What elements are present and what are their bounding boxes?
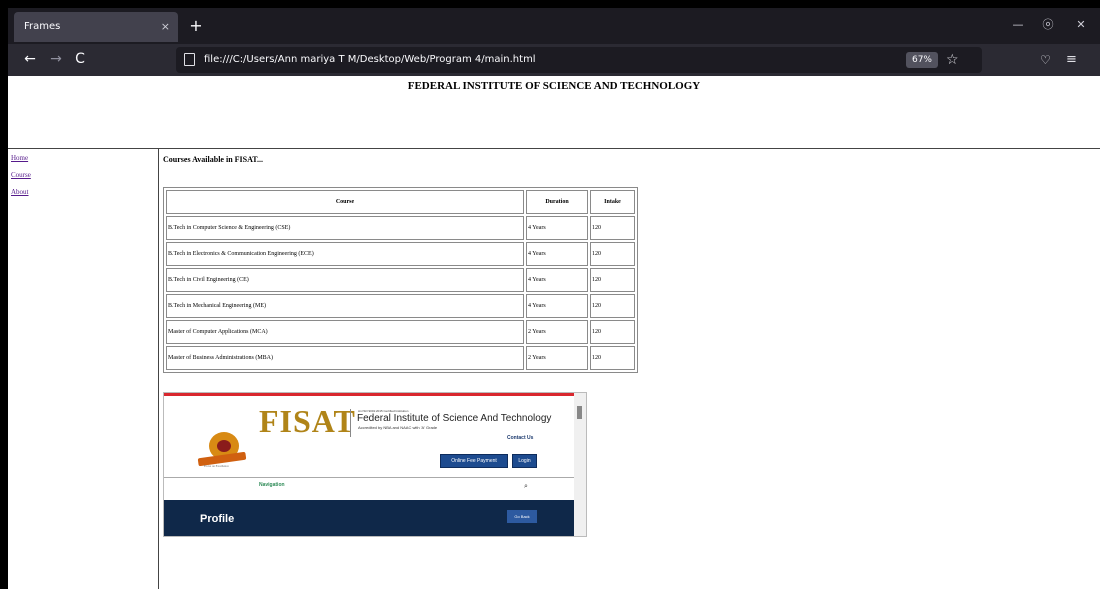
- course-cell: B.Tech in Mechanical Engineering (ME): [166, 294, 524, 318]
- navigation-menu-toggle[interactable]: Navigation: [259, 482, 285, 488]
- header-divider: [164, 477, 574, 478]
- page-icon: [184, 53, 195, 66]
- restore-button[interactable]: ⓞ: [1033, 8, 1063, 44]
- sidebar-link-course[interactable]: Course: [11, 171, 31, 179]
- tab-bar: Frames × + — ⓞ ✕: [8, 8, 1100, 44]
- sidebar-link-home[interactable]: Home: [11, 154, 28, 162]
- online-fee-payment-button[interactable]: Online Fee Payment: [440, 454, 508, 468]
- table-row: Master of Business Administrations (MBA)…: [166, 346, 635, 370]
- tab-title: Frames: [24, 21, 61, 32]
- sidebar-frame: Home Course About: [8, 149, 159, 589]
- intake-cell: 120: [590, 294, 635, 318]
- pocket-icon[interactable]: ♡: [1040, 48, 1051, 72]
- top-accent-bar: [164, 393, 574, 396]
- duration-cell: 4 Years: [526, 216, 588, 240]
- iframe-scrollbar[interactable]: [574, 393, 586, 536]
- duration-cell: 2 Years: [526, 346, 588, 370]
- minimize-button[interactable]: —: [1003, 8, 1033, 44]
- profile-title: Profile: [200, 513, 235, 525]
- course-cell: Master of Computer Applications (MCA): [166, 320, 524, 344]
- navigation-toolbar: ← → C file:///C:/Users/Ann mariya T M/De…: [8, 44, 1100, 76]
- courses-table: Course Duration Intake B.Tech in Compute…: [163, 187, 638, 373]
- close-window-button[interactable]: ✕: [1066, 8, 1096, 44]
- reload-button[interactable]: C: [68, 48, 92, 72]
- intake-cell: 120: [590, 268, 635, 292]
- site-title: FEDERAL INSTITUTE OF SCIENCE AND TECHNOL…: [407, 80, 701, 92]
- scrollbar-thumb[interactable]: [577, 406, 582, 419]
- profile-banner: Profile Go Back: [164, 500, 574, 536]
- column-header-intake: Intake: [590, 190, 635, 214]
- accreditation-text: Accredited by NBA and NAAC with 'A' Grad…: [358, 425, 438, 430]
- intake-cell: 120: [590, 346, 635, 370]
- duration-cell: 4 Years: [526, 242, 588, 266]
- url-text[interactable]: file:///C:/Users/Ann mariya T M/Desktop/…: [204, 47, 536, 73]
- course-cell: Master of Business Administrations (MBA): [166, 346, 524, 370]
- column-header-course: Course: [166, 190, 524, 214]
- login-button[interactable]: Login: [512, 454, 537, 468]
- logo-tagline: Focus on Excellence: [204, 464, 229, 468]
- course-cell: B.Tech in Civil Engineering (CE): [166, 268, 524, 292]
- table-row: B.Tech in Computer Science & Engineering…: [166, 216, 635, 240]
- table-header-row: Course Duration Intake: [166, 190, 635, 214]
- fisat-website-iframe[interactable]: Focus on Excellence FISAT An ISO 9001:20…: [163, 392, 587, 537]
- back-button[interactable]: ←: [18, 48, 42, 72]
- course-cell: B.Tech in Computer Science & Engineering…: [166, 216, 524, 240]
- course-cell: B.Tech in Electronics & Communication En…: [166, 242, 524, 266]
- new-tab-button[interactable]: +: [184, 12, 208, 42]
- contact-us-link[interactable]: Contact Us: [507, 435, 533, 441]
- bookmark-star-icon[interactable]: ☆: [946, 49, 959, 71]
- column-header-duration: Duration: [526, 190, 588, 214]
- brand-divider: [350, 409, 351, 437]
- table-row: B.Tech in Mechanical Engineering (ME) 4 …: [166, 294, 635, 318]
- forward-button[interactable]: →: [44, 48, 68, 72]
- table-row: B.Tech in Electronics & Communication En…: [166, 242, 635, 266]
- duration-cell: 4 Years: [526, 294, 588, 318]
- page-content: FEDERAL INSTITUTE OF SCIENCE AND TECHNOL…: [8, 76, 1100, 589]
- table-row: B.Tech in Civil Engineering (CE) 4 Years…: [166, 268, 635, 292]
- fisat-wordmark: FISAT: [259, 403, 356, 439]
- hamburger-menu-icon[interactable]: ≡: [1066, 48, 1077, 72]
- duration-cell: 2 Years: [526, 320, 588, 344]
- duration-cell: 4 Years: [526, 268, 588, 292]
- go-back-button[interactable]: Go Back: [507, 510, 537, 523]
- tab-close-icon[interactable]: ×: [161, 12, 170, 42]
- main-frame: Courses Available in FISAT... Course Dur…: [159, 149, 1100, 589]
- sidebar-link-about[interactable]: About: [11, 188, 29, 196]
- address-bar[interactable]: file:///C:/Users/Ann mariya T M/Desktop/…: [176, 47, 982, 73]
- browser-window: Frames × + — ⓞ ✕ ← → C file:///C:/Users/…: [8, 8, 1100, 589]
- courses-heading: Courses Available in FISAT...: [163, 155, 264, 164]
- search-icon[interactable]: ⌕: [524, 482, 528, 491]
- intake-cell: 120: [590, 216, 635, 240]
- institute-name: Federal Institute of Science And Technol…: [357, 413, 552, 424]
- header-frame: FEDERAL INSTITUTE OF SCIENCE AND TECHNOL…: [8, 76, 1100, 149]
- tab-frames[interactable]: Frames ×: [14, 12, 178, 42]
- zoom-level-button[interactable]: 67%: [906, 52, 938, 68]
- table-row: Master of Computer Applications (MCA) 2 …: [166, 320, 635, 344]
- intake-cell: 120: [590, 320, 635, 344]
- intake-cell: 120: [590, 242, 635, 266]
